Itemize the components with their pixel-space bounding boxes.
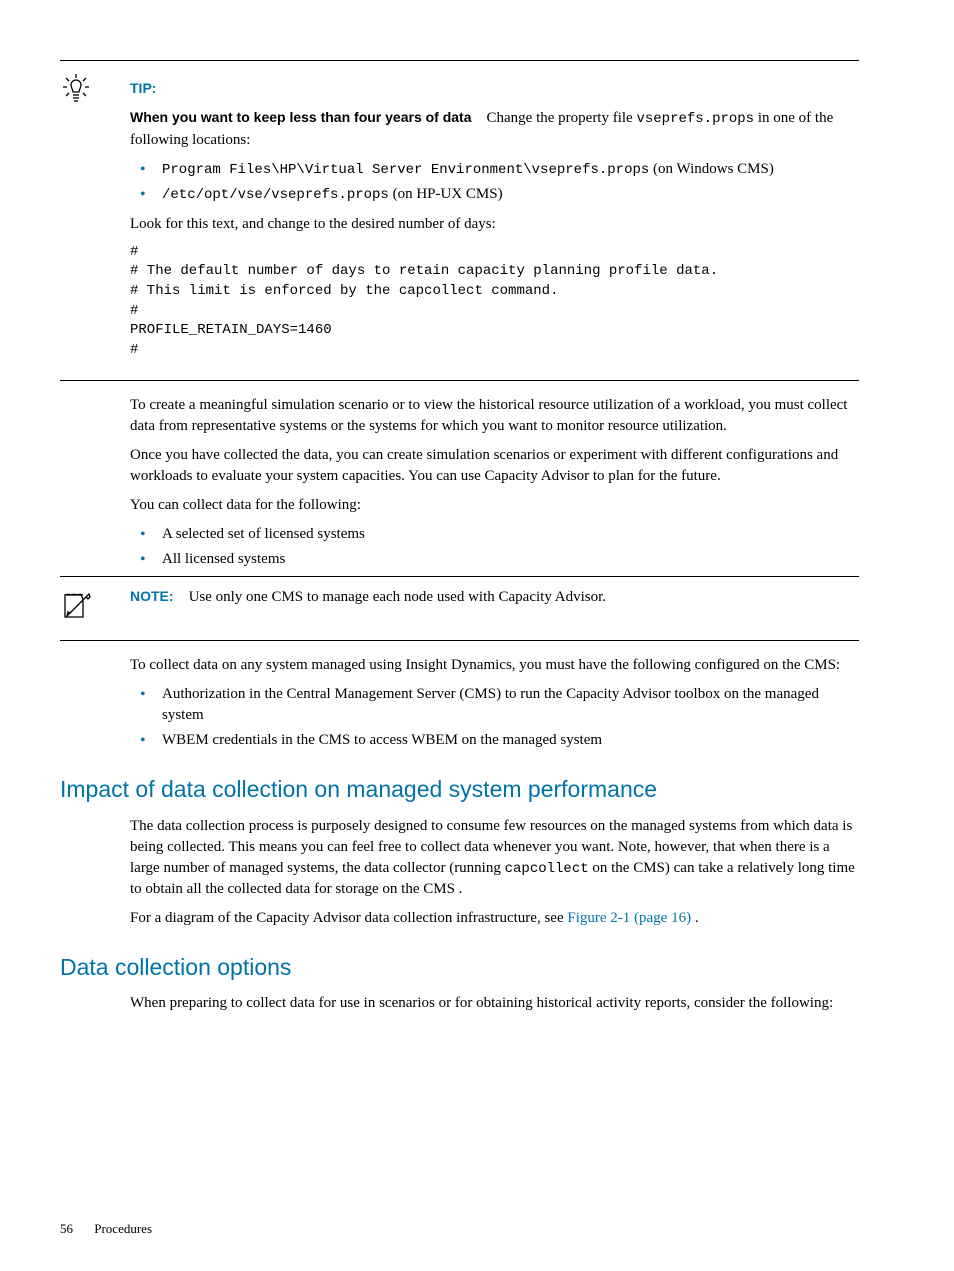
body-p1: To create a meaningful simulation scenar…	[130, 395, 859, 437]
tip-bullet-rest: (on HP-UX CMS)	[389, 186, 503, 202]
tip-bullet-rest: (on Windows CMS)	[649, 161, 774, 177]
body-bullet-list: A selected set of licensed systems All l…	[130, 524, 859, 570]
list-item: WBEM credentials in the CMS to access WB…	[130, 730, 859, 751]
list-item: A selected set of licensed systems	[130, 524, 859, 545]
tip-code-block: # # The default number of days to retain…	[130, 243, 859, 361]
list-item-text: All licensed systems	[162, 551, 285, 567]
list-item: Program Files\HP\Virtual Server Environm…	[130, 159, 859, 181]
list-item-text: Authorization in the Central Management …	[162, 686, 819, 723]
section1-p2: For a diagram of the Capacity Advisor da…	[130, 908, 859, 929]
tip-lead-code: vseprefs.props	[636, 111, 754, 127]
figure-link[interactable]: Figure 2-1 (page 16)	[567, 910, 691, 926]
tip-icon	[60, 71, 130, 112]
tip-bullet-list: Program Files\HP\Virtual Server Environm…	[130, 159, 859, 206]
footer-title: Procedures	[94, 1221, 152, 1236]
list-item: All licensed systems	[130, 549, 859, 570]
section1-p2-a: For a diagram of the Capacity Advisor da…	[130, 910, 567, 926]
section-heading-impact: Impact of data collection on managed sys…	[60, 773, 859, 805]
after-note-p1: To collect data on any system managed us…	[130, 655, 859, 676]
list-item: Authorization in the Central Management …	[130, 684, 859, 726]
tip-bullet-code: /etc/opt/vse/vseprefs.props	[162, 187, 389, 203]
tip-lead-rest1: Change the property file	[487, 110, 637, 126]
section1-p2-b: .	[691, 910, 699, 926]
note-text: Use only one CMS to manage each node use…	[189, 589, 606, 605]
list-item: /etc/opt/vse/vseprefs.props (on HP-UX CM…	[130, 184, 859, 206]
page-footer: 56 Procedures	[60, 1220, 152, 1238]
note-icon	[60, 587, 130, 628]
tip-label: TIP:	[130, 80, 156, 96]
note-callout: NOTE: Use only one CMS to manage each no…	[60, 576, 859, 641]
tip-lead-bold: When you want to keep less than four yea…	[130, 109, 472, 125]
note-label: NOTE:	[130, 588, 174, 604]
body-p3: You can collect data for the following:	[130, 495, 859, 516]
section2-p1: When preparing to collect data for use i…	[130, 993, 859, 1014]
after-note-bullet-list: Authorization in the Central Management …	[130, 684, 859, 751]
section-heading-options: Data collection options	[60, 951, 859, 983]
list-item-text: WBEM credentials in the CMS to access WB…	[162, 732, 602, 748]
page-number: 56	[60, 1221, 73, 1236]
list-item-text: A selected set of licensed systems	[162, 526, 365, 542]
section1-p1: The data collection process is purposely…	[130, 816, 859, 901]
tip-after-bullets: Look for this text, and change to the de…	[130, 214, 859, 235]
tip-callout: TIP: When you want to keep less than fou…	[60, 60, 859, 381]
body-p2: Once you have collected the data, you ca…	[130, 445, 859, 487]
section1-p1-code: capcollect	[505, 861, 589, 877]
tip-bullet-code: Program Files\HP\Virtual Server Environm…	[162, 162, 649, 178]
